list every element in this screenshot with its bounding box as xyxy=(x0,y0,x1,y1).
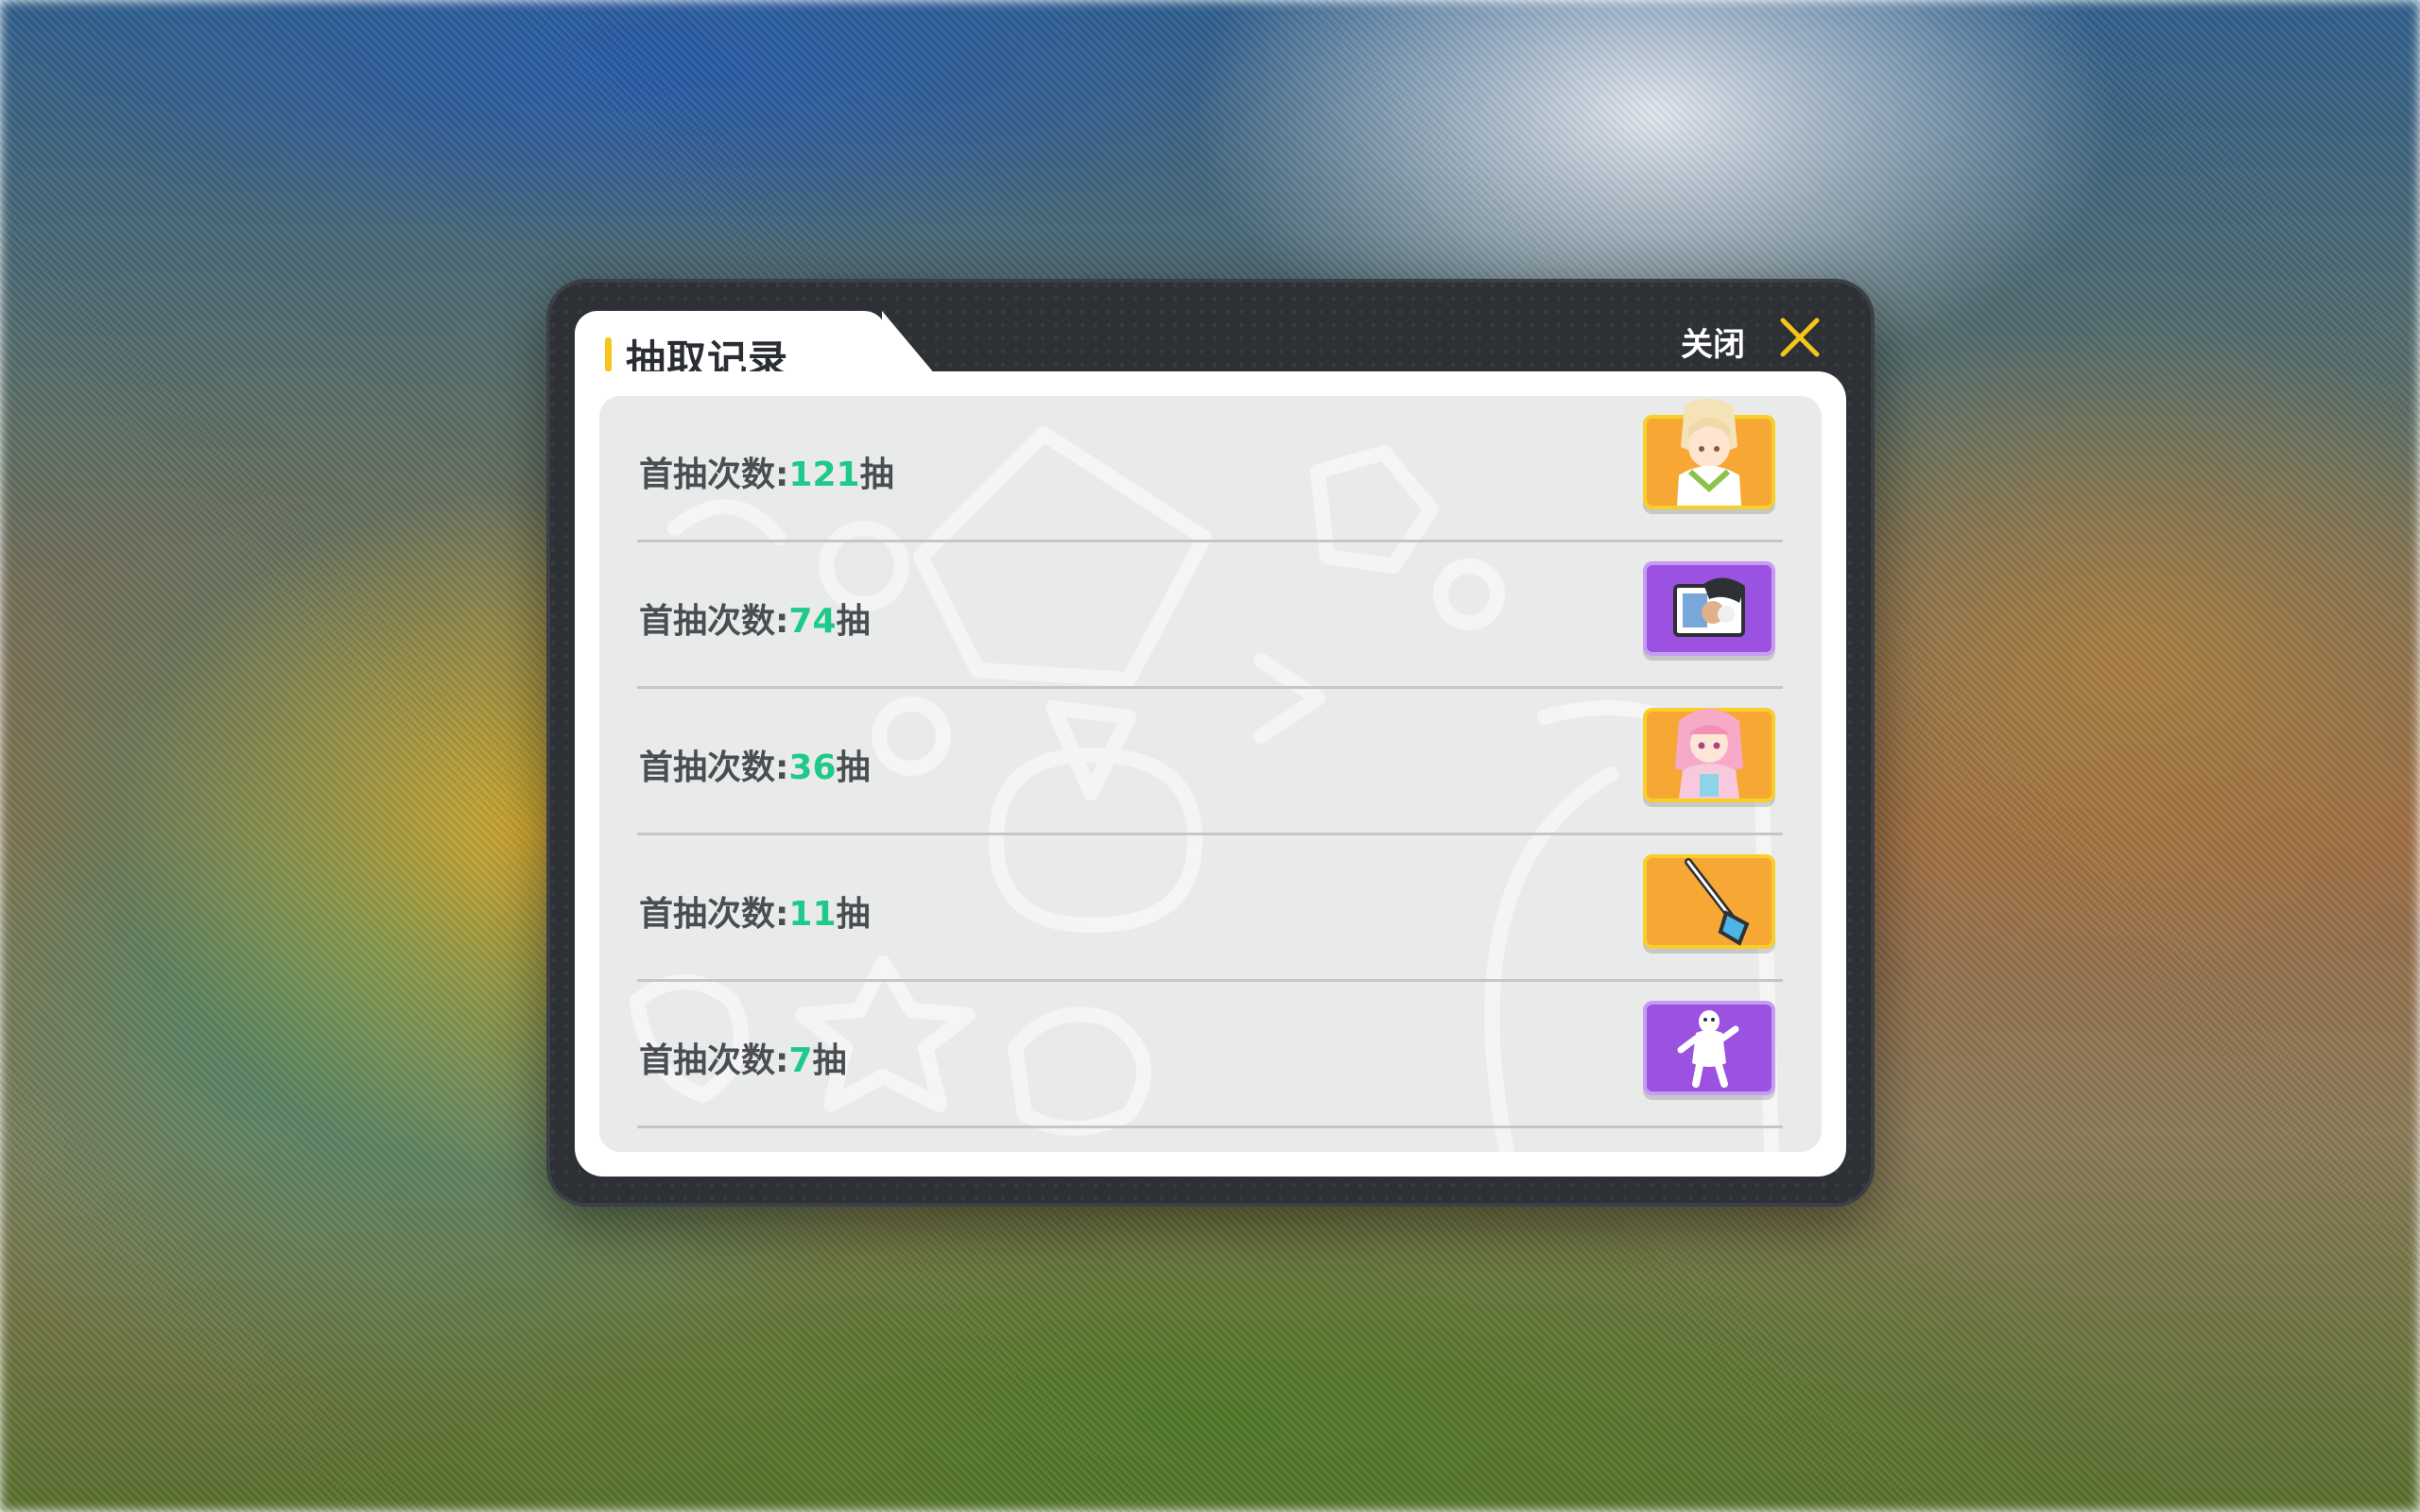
record-count: 7 xyxy=(788,1041,813,1080)
close-label: 关闭 xyxy=(1681,326,1745,364)
record-unit: 抽 xyxy=(812,1041,847,1080)
record-text: 首抽次数:36抽 xyxy=(639,740,871,789)
record-row: 首抽次数:7抽 xyxy=(637,982,1783,1128)
record-row: 首抽次数:121抽 xyxy=(637,396,1783,542)
title-accent-bar xyxy=(605,337,612,371)
pink-hair-character-portrait-icon xyxy=(1675,709,1743,799)
close-button[interactable]: 关闭 xyxy=(1681,307,1832,368)
record-unit: 抽 xyxy=(859,455,894,494)
reward-thumbnail[interactable] xyxy=(1643,398,1775,509)
record-row: 首抽次数:36抽 xyxy=(637,689,1783,835)
tool-wand-item-icon xyxy=(1685,858,1750,946)
reward-thumbnail[interactable] xyxy=(1643,708,1775,802)
record-label: 首抽次数: xyxy=(639,455,789,494)
records-list[interactable]: 首抽次数:121抽 首抽次数:74抽 首抽次数:36抽 首抽次数:11抽 首抽次… xyxy=(599,396,1822,1152)
record-row: 首抽次数:11抽 xyxy=(637,835,1783,982)
record-label: 首抽次数: xyxy=(639,1041,789,1080)
record-unit: 抽 xyxy=(836,602,871,641)
record-count: 11 xyxy=(788,895,837,934)
reward-thumbnail[interactable] xyxy=(1643,1001,1775,1095)
record-label: 首抽次数: xyxy=(639,602,789,641)
record-text: 首抽次数:11抽 xyxy=(639,886,871,936)
blonde-character-portrait-icon xyxy=(1677,398,1741,506)
record-row: 首抽次数:74抽 xyxy=(637,542,1783,689)
record-text: 首抽次数:121抽 xyxy=(639,447,894,496)
reward-thumbnail[interactable] xyxy=(1643,561,1775,656)
record-label: 首抽次数: xyxy=(639,895,789,934)
record-text: 首抽次数:74抽 xyxy=(639,593,871,643)
row-divider xyxy=(637,1125,1783,1128)
record-unit: 抽 xyxy=(836,748,871,787)
white-figure-emote-icon xyxy=(1677,1010,1739,1088)
record-count: 74 xyxy=(788,602,837,641)
record-unit: 抽 xyxy=(836,895,871,934)
record-count: 36 xyxy=(788,748,837,787)
record-count: 121 xyxy=(788,455,860,494)
title-tab-slant xyxy=(882,311,941,381)
record-text: 首抽次数:7抽 xyxy=(639,1033,846,1082)
reward-thumbnail[interactable] xyxy=(1643,854,1775,949)
records-panel: 首抽次数:121抽 首抽次数:74抽 首抽次数:36抽 首抽次数:11抽 首抽次… xyxy=(575,371,1846,1177)
photo-frame-item-icon xyxy=(1673,577,1745,637)
record-label: 首抽次数: xyxy=(639,748,789,787)
draw-record-dialog: 抽取记录 关闭 首抽次数:121抽 首抽次数:74抽 首抽次数:36抽 首抽次数… xyxy=(546,279,1875,1207)
close-icon[interactable] xyxy=(1775,313,1824,362)
